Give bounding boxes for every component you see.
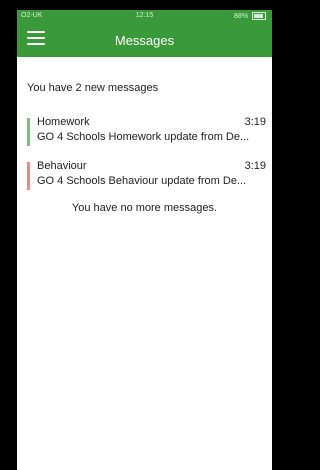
message-title: Homework — [37, 116, 90, 128]
message-time: 3:19 — [244, 116, 266, 128]
message-preview: GO 4 Schools Behaviour update from De... — [37, 175, 247, 187]
page-title: Messages — [114, 33, 175, 48]
message-indicator-bar — [27, 162, 30, 190]
battery-status: 88% — [234, 12, 266, 20]
message-list: Homework 3:19 GO 4 Schools Homework upda… — [17, 116, 272, 194]
message-indicator-bar — [27, 118, 30, 146]
message-item-homework[interactable]: Homework 3:19 GO 4 Schools Homework upda… — [27, 116, 272, 150]
no-more-messages-text: You have no more messages. — [71, 202, 218, 214]
app-header: O2-UK 12:15 88% Messages — [17, 10, 272, 57]
message-title: Behaviour — [37, 160, 87, 172]
status-bar: O2-UK 12:15 88% — [17, 10, 272, 22]
message-item-behaviour[interactable]: Behaviour 3:19 GO 4 Schools Behaviour up… — [27, 160, 272, 194]
messages-content: You have 2 new messages Homework 3:19 GO… — [17, 57, 272, 214]
battery-percent: 88% — [234, 12, 249, 20]
message-time: 3:19 — [244, 160, 266, 172]
battery-icon — [252, 12, 266, 20]
new-messages-summary: You have 2 new messages — [27, 82, 159, 94]
phone-screen: O2-UK 12:15 88% Messages You have 2 new … — [17, 10, 272, 470]
nav-bar: Messages — [17, 22, 272, 57]
message-preview: GO 4 Schools Homework update from De... — [37, 131, 250, 143]
